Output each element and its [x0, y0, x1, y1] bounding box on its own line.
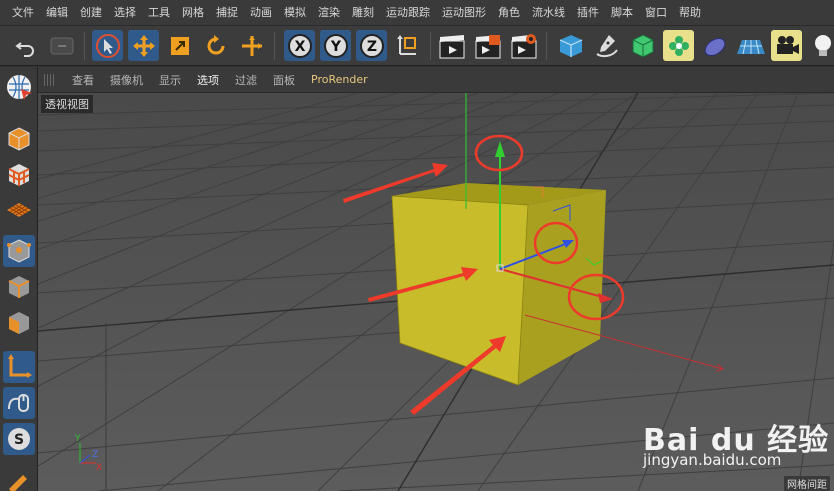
x-axis-label: X: [294, 39, 305, 55]
edges-mode-icon[interactable]: [3, 271, 35, 303]
tab-display[interactable]: 显示: [151, 72, 189, 88]
tab-filter[interactable]: 过滤: [227, 72, 265, 88]
undo-icon[interactable]: [10, 30, 41, 61]
model-mode-icon[interactable]: [3, 123, 35, 155]
polygons-mode-icon[interactable]: [3, 307, 35, 339]
menu-edit[interactable]: 编辑: [40, 0, 74, 26]
live-selection-icon[interactable]: [92, 30, 123, 61]
y-axis-label: Y: [329, 39, 341, 55]
points-mode-icon[interactable]: [3, 235, 35, 267]
z-axis-label: Z: [366, 39, 376, 55]
menu-pipeline[interactable]: 流水线: [526, 0, 571, 26]
render-to-picture-viewer-icon[interactable]: [472, 30, 503, 61]
spline-pen-icon[interactable]: [591, 30, 622, 61]
x-axis-lock-button[interactable]: X: [284, 30, 315, 61]
y-axis-lock-button[interactable]: Y: [320, 30, 351, 61]
tab-view[interactable]: 查看: [64, 72, 102, 88]
menu-help[interactable]: 帮助: [673, 0, 707, 26]
cube-object-icon[interactable]: [555, 30, 586, 61]
rotate-tool-icon[interactable]: [200, 30, 231, 61]
tweak-mode-icon[interactable]: [3, 387, 35, 419]
render-settings-icon[interactable]: [508, 30, 539, 61]
menu-simulate[interactable]: 模拟: [278, 0, 312, 26]
left-palette: S: [0, 67, 38, 491]
make-editable-icon[interactable]: [3, 71, 35, 103]
floor-icon[interactable]: [735, 30, 766, 61]
menu-sculpt[interactable]: 雕刻: [346, 0, 380, 26]
z-axis-lock-button[interactable]: Z: [356, 30, 387, 61]
menu-file[interactable]: 文件: [6, 0, 40, 26]
snapping-icon[interactable]: S: [3, 423, 35, 455]
viewport-title: 透视视图: [41, 95, 93, 113]
menu-mesh[interactable]: 网格: [176, 0, 210, 26]
menu-motion-tracking[interactable]: 运动跟踪: [380, 0, 436, 26]
menu-create[interactable]: 创建: [74, 0, 108, 26]
axis-mode-icon[interactable]: [3, 351, 35, 383]
tab-options[interactable]: 选项: [189, 72, 227, 88]
menu-script[interactable]: 脚本: [605, 0, 639, 26]
viewport-menu-bar: 查看 摄像机 显示 选项 过滤 面板 ProRender: [38, 67, 834, 93]
perspective-viewport[interactable]: Y X Z 透视视图 Bai du 经验 jingyan.baidu.com 网…: [38, 93, 834, 491]
menu-character[interactable]: 角色: [492, 0, 526, 26]
move-tool-icon[interactable]: [128, 30, 159, 61]
deformer-icon[interactable]: [699, 30, 730, 61]
tab-prorender[interactable]: ProRender: [303, 73, 376, 86]
menu-select[interactable]: 选择: [108, 0, 142, 26]
grid-spacing-hint: 网格间距: [784, 476, 830, 491]
tab-panel[interactable]: 面板: [265, 72, 303, 88]
cloner-icon[interactable]: [663, 30, 694, 61]
camera-icon[interactable]: [771, 30, 802, 61]
redo-icon[interactable]: [46, 30, 77, 61]
coordinate-system-icon[interactable]: [392, 30, 423, 61]
menu-snap[interactable]: 捕捉: [210, 0, 244, 26]
menu-mograph[interactable]: 运动图形: [436, 0, 492, 26]
scale-tool-icon[interactable]: [164, 30, 195, 61]
texture-mode-icon[interactable]: [3, 159, 35, 191]
menu-tools[interactable]: 工具: [142, 0, 176, 26]
triad-y-label: Y: [74, 434, 81, 444]
light-icon[interactable]: [807, 30, 834, 61]
watermark-url: jingyan.baidu.com: [643, 451, 782, 469]
main-toolbar: X Y Z: [0, 26, 834, 66]
menu-animate[interactable]: 动画: [244, 0, 278, 26]
triad-x-label: X: [96, 463, 102, 473]
paint-tool-icon[interactable]: [3, 465, 35, 491]
tab-cameras[interactable]: 摄像机: [102, 72, 151, 88]
panel-grip-icon[interactable]: [44, 73, 54, 86]
triad-z-label: Z: [92, 450, 98, 460]
menu-window[interactable]: 窗口: [639, 0, 673, 26]
transform-tool-icon[interactable]: [236, 30, 267, 61]
menu-bar: 文件 编辑 创建 选择 工具 网格 捕捉 动画 模拟 渲染 雕刻 运动跟踪 运动…: [0, 0, 834, 26]
menu-plugins[interactable]: 插件: [571, 0, 605, 26]
workplane-icon[interactable]: [3, 195, 35, 227]
render-view-icon[interactable]: [436, 30, 467, 61]
svg-text:S: S: [14, 432, 24, 448]
subdivision-surface-icon[interactable]: [627, 30, 658, 61]
menu-render[interactable]: 渲染: [312, 0, 346, 26]
